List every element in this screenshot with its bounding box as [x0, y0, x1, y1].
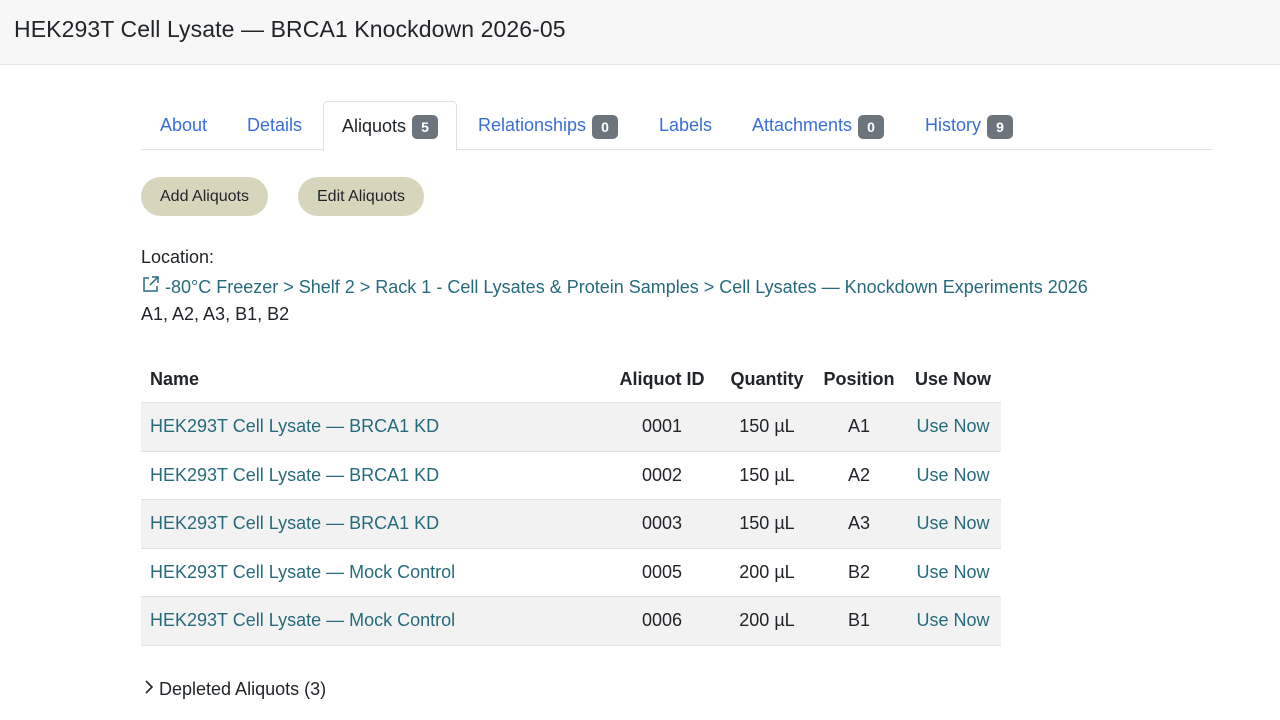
aliquot-id: 0003 — [641, 513, 683, 534]
location-path-link[interactable]: -80°C Freezer > Shelf 2 > Rack 1 - Cell … — [141, 275, 1088, 299]
tab-history[interactable]: History 9 — [925, 101, 1014, 150]
header-use-now: Use Now — [914, 369, 992, 389]
external-link-icon — [141, 275, 160, 299]
tab-bar: About Details Aliquots 5 Relationships 0… — [141, 101, 1213, 151]
tab-count-badge: 0 — [592, 114, 619, 139]
aliquot-quantity: 200 µL — [739, 561, 795, 582]
table-row: HEK293T Cell Lysate — BRCA1 KD 0001 150 … — [141, 403, 1001, 452]
header-name: Name — [150, 369, 200, 389]
tab-label: Relationships — [478, 115, 587, 135]
page-title: HEK293T Cell Lysate — BRCA1 Knockdown 20… — [14, 16, 566, 42]
table-row: HEK293T Cell Lysate — BRCA1 KD 0003 150 … — [141, 500, 1001, 549]
aliquot-id: 0005 — [641, 561, 683, 582]
tab-label: About — [160, 115, 208, 135]
use-now-link[interactable]: Use Now — [911, 513, 995, 534]
add-aliquots-button[interactable]: Add Aliquots — [141, 177, 268, 216]
tab-label: History — [925, 115, 982, 135]
aliquot-name-link[interactable]: HEK293T Cell Lysate — Mock Control — [150, 562, 455, 583]
tab-aliquots[interactable]: Aliquots 5 — [323, 101, 458, 151]
title-bar: HEK293T Cell Lysate — BRCA1 Knockdown 20… — [0, 0, 1280, 65]
aliquot-position: A2 — [847, 464, 871, 485]
aliquot-quantity: 150 µL — [739, 464, 795, 485]
aliquot-id: 0006 — [641, 610, 683, 631]
header-aliquot-id: Aliquot ID — [619, 369, 705, 389]
aliquot-position: B1 — [847, 610, 871, 631]
aliquot-quantity: 150 µL — [739, 416, 795, 436]
tab-count-badge: 5 — [412, 115, 439, 139]
location-positions: A1, A2, A3, B1, B2 — [141, 304, 290, 324]
use-now-link[interactable]: Use Now — [911, 562, 995, 583]
header-position: Position — [823, 369, 895, 389]
location-label: Location: — [141, 247, 215, 267]
aliquot-name-link[interactable]: HEK293T Cell Lysate — BRCA1 KD — [150, 416, 439, 437]
depleted-aliquots-label: Depleted Aliquots (3) — [159, 679, 327, 699]
aliquot-position: A3 — [847, 513, 871, 534]
table-header: Name Aliquot ID Quantity Position Use No… — [141, 356, 1001, 403]
tab-labels[interactable]: Labels — [659, 101, 712, 150]
tab-attachments[interactable]: Attachments 0 — [752, 101, 885, 150]
tab-count-badge: 0 — [858, 114, 885, 139]
aliquot-id: 0002 — [641, 464, 683, 485]
aliquot-name-link[interactable]: HEK293T Cell Lysate — BRCA1 KD — [150, 465, 439, 486]
tab-relationships[interactable]: Relationships 0 — [478, 101, 619, 150]
depleted-aliquots-toggle[interactable]: Depleted Aliquots (3) — [143, 678, 326, 701]
use-now-link[interactable]: Use Now — [911, 610, 995, 631]
aliquot-position: B2 — [847, 561, 871, 582]
location-path-text: -80°C Freezer > Shelf 2 > Rack 1 - Cell … — [165, 276, 1088, 297]
aliquot-id: 0001 — [641, 416, 683, 436]
chevron-right-icon — [143, 678, 155, 701]
tab-count-badge: 9 — [987, 114, 1014, 139]
table-row: HEK293T Cell Lysate — BRCA1 KD 0002 150 … — [141, 452, 1001, 501]
tab-about[interactable]: About — [160, 101, 207, 150]
tab-label: Details — [247, 115, 303, 135]
use-now-link[interactable]: Use Now — [911, 416, 995, 437]
tab-label: Labels — [659, 115, 713, 135]
aliquot-position: A1 — [847, 416, 871, 436]
header-quantity: Quantity — [730, 369, 804, 389]
tab-label: Attachments — [752, 115, 853, 135]
aliquots-table: Name Aliquot ID Quantity Position Use No… — [141, 356, 1001, 646]
aliquot-quantity: 150 µL — [739, 513, 795, 534]
aliquot-quantity: 200 µL — [739, 610, 795, 631]
use-now-link[interactable]: Use Now — [911, 465, 995, 486]
table-row: HEK293T Cell Lysate — Mock Control 0006 … — [141, 597, 1001, 646]
table-row: HEK293T Cell Lysate — Mock Control 0005 … — [141, 549, 1001, 598]
tab-label: Aliquots — [342, 115, 407, 136]
aliquot-name-link[interactable]: HEK293T Cell Lysate — BRCA1 KD — [150, 513, 439, 534]
tab-details[interactable]: Details — [247, 101, 302, 150]
aliquot-name-link[interactable]: HEK293T Cell Lysate — Mock Control — [150, 610, 455, 631]
edit-aliquots-button[interactable]: Edit Aliquots — [298, 177, 425, 216]
